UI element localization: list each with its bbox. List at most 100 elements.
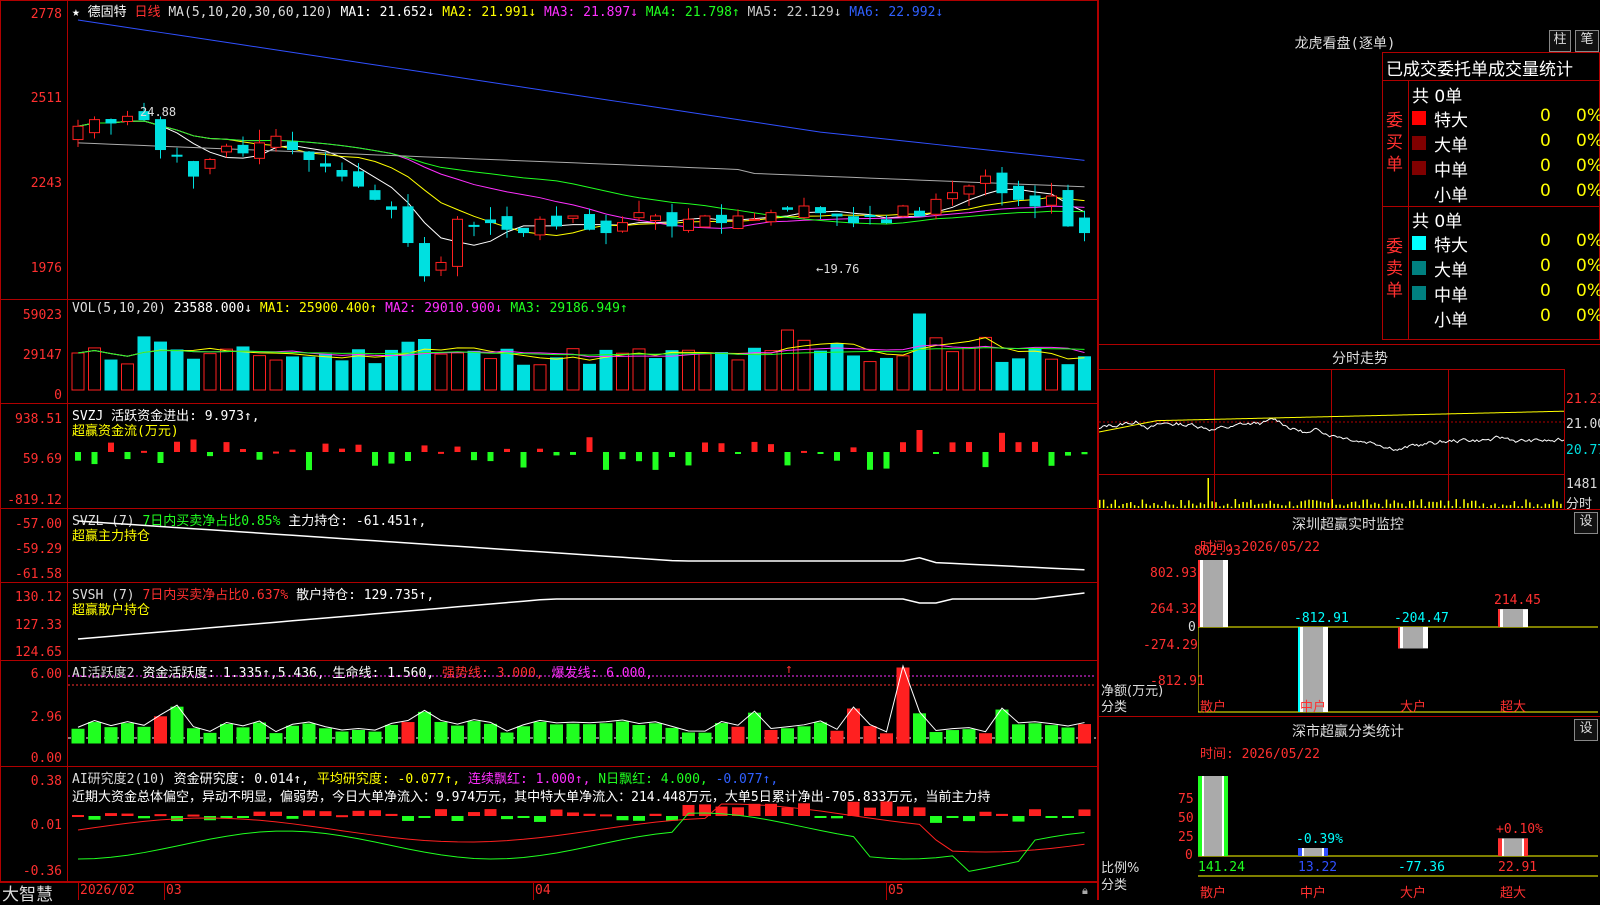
research-bar — [88, 816, 101, 820]
volume-bar — [1028, 348, 1042, 391]
high-price-mark: 24.88 — [140, 105, 176, 119]
flow-bar — [883, 452, 890, 469]
activity-bar — [170, 706, 184, 744]
intraday-vol-bar — [1397, 502, 1399, 508]
tick-view-button[interactable]: 笔 — [1575, 30, 1599, 52]
svzj-flow-chart[interactable] — [68, 430, 1096, 508]
activity-bar-fill — [765, 730, 777, 743]
activity-bar — [913, 713, 926, 744]
activity-bar — [583, 724, 596, 744]
research-bar — [831, 816, 843, 819]
sell-total: 共 0单 — [1412, 212, 1463, 232]
buy-row-pct: 0% — [1576, 156, 1600, 176]
intraday-vol-bar — [1141, 499, 1144, 508]
intraday-vol-bar — [1122, 504, 1124, 508]
research-bar — [996, 813, 1008, 816]
sell-row-count: 0 — [1540, 281, 1551, 301]
volume-bar — [401, 341, 415, 391]
candle-body — [666, 212, 678, 227]
sell-row-pct: 0% — [1576, 281, 1600, 301]
sell-row-name: 大单 — [1434, 261, 1468, 281]
research-bar — [385, 813, 398, 816]
flow-bar — [916, 430, 923, 452]
intraday-vol-bar — [1347, 504, 1349, 508]
intraday-vol-bar — [1102, 499, 1105, 508]
intraday-vol-bar — [1416, 505, 1419, 508]
ai-active-ytick: 0.00 — [30, 751, 62, 766]
sz-monitor-ytick: 264.32 — [1150, 602, 1197, 617]
net-flow-category: 大户 — [1400, 700, 1427, 715]
x-axis-label: 04 — [535, 883, 551, 898]
intraday-vol-bar — [1490, 505, 1492, 508]
activity-bar-fill — [864, 726, 876, 743]
research-bar — [880, 801, 893, 816]
ratio-value: 22.91 — [1498, 860, 1538, 875]
flow-bar — [933, 452, 939, 454]
volume-bar — [583, 363, 596, 391]
intraday-vol-bar — [1257, 503, 1260, 508]
intraday-vol-bar — [1428, 501, 1430, 508]
candle-body — [1079, 217, 1090, 234]
buy-row-pct: 0% — [1576, 131, 1600, 151]
buy-row-name: 中单 — [1434, 161, 1468, 181]
ai-research-part2: 平均研究度: -0.077↑, — [316, 772, 461, 787]
ai-active-chart[interactable] — [68, 661, 1096, 766]
activity-bar — [599, 723, 613, 744]
intraday-chart[interactable] — [1099, 370, 1564, 508]
research-bar — [253, 811, 266, 816]
activity-bar — [517, 726, 530, 744]
candle-body — [287, 141, 298, 151]
net-flow-category: 超大 — [1500, 700, 1527, 715]
sell-row-name: 小单 — [1434, 311, 1468, 331]
intraday-vol-bar — [1304, 500, 1306, 508]
activity-bar — [533, 721, 547, 744]
volume-chart[interactable] — [68, 312, 1096, 402]
research-bar — [583, 813, 596, 816]
bar-view-button[interactable]: 柱 — [1549, 30, 1571, 52]
activity-bar — [385, 724, 398, 744]
intraday-axis-line — [1564, 369, 1565, 509]
research-bar — [154, 814, 167, 817]
ai-research-chart[interactable] — [68, 800, 1096, 880]
candle-body — [336, 170, 348, 177]
candlestick-chart[interactable]: 24.88 ←19.76 — [68, 14, 1096, 299]
lock-icon[interactable]: 🔒︎ — [1082, 884, 1088, 898]
research-bar — [220, 816, 233, 818]
research-bar — [1029, 809, 1041, 816]
sz-monitor-ytick: -274.29 — [1143, 638, 1198, 653]
activity-bar — [1045, 725, 1058, 744]
candle-body — [221, 145, 232, 153]
volume-bar — [616, 352, 629, 391]
flow-bar — [1032, 441, 1038, 452]
intraday-vol-bar — [1335, 504, 1337, 508]
research-bar — [1062, 816, 1074, 818]
research-bar — [105, 813, 117, 816]
activity-bar — [698, 732, 712, 744]
ratio-pct-label: +0.10% — [1496, 822, 1543, 838]
activity-bar-fill — [979, 733, 992, 743]
volume-bar — [154, 341, 167, 391]
sell-row-count: 0 — [1540, 256, 1551, 276]
sz-classify-settings-button[interactable]: 设 — [1574, 719, 1598, 741]
research-bar — [435, 809, 447, 816]
svzl-line-chart[interactable] — [68, 509, 1096, 582]
sz-classify-ylabel2: 分类 — [1101, 878, 1128, 893]
intraday-vol-bar — [1199, 502, 1202, 508]
volume-bar — [550, 357, 563, 391]
volume-bar — [187, 358, 200, 391]
svsh-line-chart[interactable] — [68, 583, 1096, 660]
flow-bar — [487, 452, 494, 462]
flow-bar — [900, 442, 906, 452]
sz-monitor-title: 深圳超赢实时监控 — [1292, 517, 1404, 533]
sz-monitor-chart[interactable] — [1198, 560, 1598, 715]
flow-bar — [586, 437, 593, 452]
candle-body — [320, 163, 331, 167]
buy-row-pct: 0% — [1576, 106, 1600, 126]
intraday-vol-bar — [1180, 499, 1182, 508]
volume-bar — [418, 339, 431, 391]
sz-monitor-settings-button[interactable]: 设 — [1574, 512, 1598, 534]
activity-bar-fill — [880, 733, 893, 743]
intraday-vol-bar — [1164, 501, 1167, 508]
flow-bar — [636, 452, 642, 462]
flow-bar — [174, 441, 180, 452]
